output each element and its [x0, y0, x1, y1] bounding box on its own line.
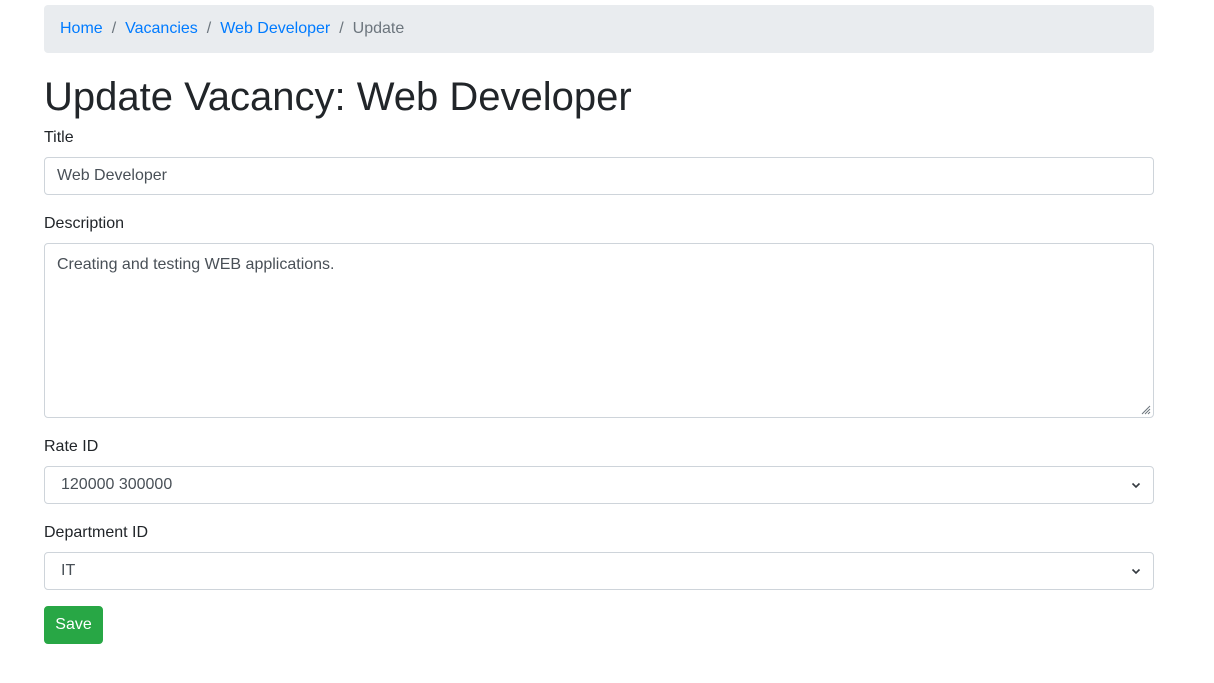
- breadcrumb-separator: /: [339, 20, 344, 37]
- description-textarea[interactable]: Creating and testing WEB applications.: [44, 243, 1154, 418]
- breadcrumb-home-link[interactable]: Home: [60, 20, 103, 38]
- rate-select[interactable]: 120000 300000: [44, 466, 1154, 504]
- rate-label: Rate ID: [44, 438, 99, 455]
- description-label: Description: [44, 215, 125, 232]
- chevron-down-icon: [1131, 568, 1141, 575]
- page-container: Home / Vacancies / Web Developer / Updat…: [44, 5, 1154, 644]
- department-select-value: IT: [61, 562, 76, 579]
- breadcrumb-current: Update: [352, 20, 405, 37]
- department-select[interactable]: IT: [44, 552, 1154, 590]
- page-title: Update Vacancy: Web Developer: [44, 75, 632, 119]
- breadcrumb-vacancy-link[interactable]: Web Developer: [220, 20, 330, 38]
- chevron-down-icon: [1131, 482, 1141, 489]
- breadcrumb: Home / Vacancies / Web Developer / Updat…: [44, 5, 1154, 53]
- description-textarea-value: Creating and testing WEB applications.: [57, 256, 335, 273]
- save-button[interactable]: Save: [44, 606, 103, 644]
- resize-grip-icon[interactable]: [1139, 403, 1151, 415]
- breadcrumb-vacancies-link[interactable]: Vacancies: [125, 20, 198, 38]
- rate-select-value: 120000 300000: [61, 476, 173, 493]
- breadcrumb-separator: /: [111, 20, 117, 37]
- title-input[interactable]: Web Developer: [44, 157, 1154, 195]
- department-label: Department ID: [44, 524, 149, 541]
- title-label: Title: [44, 129, 74, 146]
- title-input-value: Web Developer: [57, 167, 167, 184]
- breadcrumb-separator: /: [206, 20, 212, 37]
